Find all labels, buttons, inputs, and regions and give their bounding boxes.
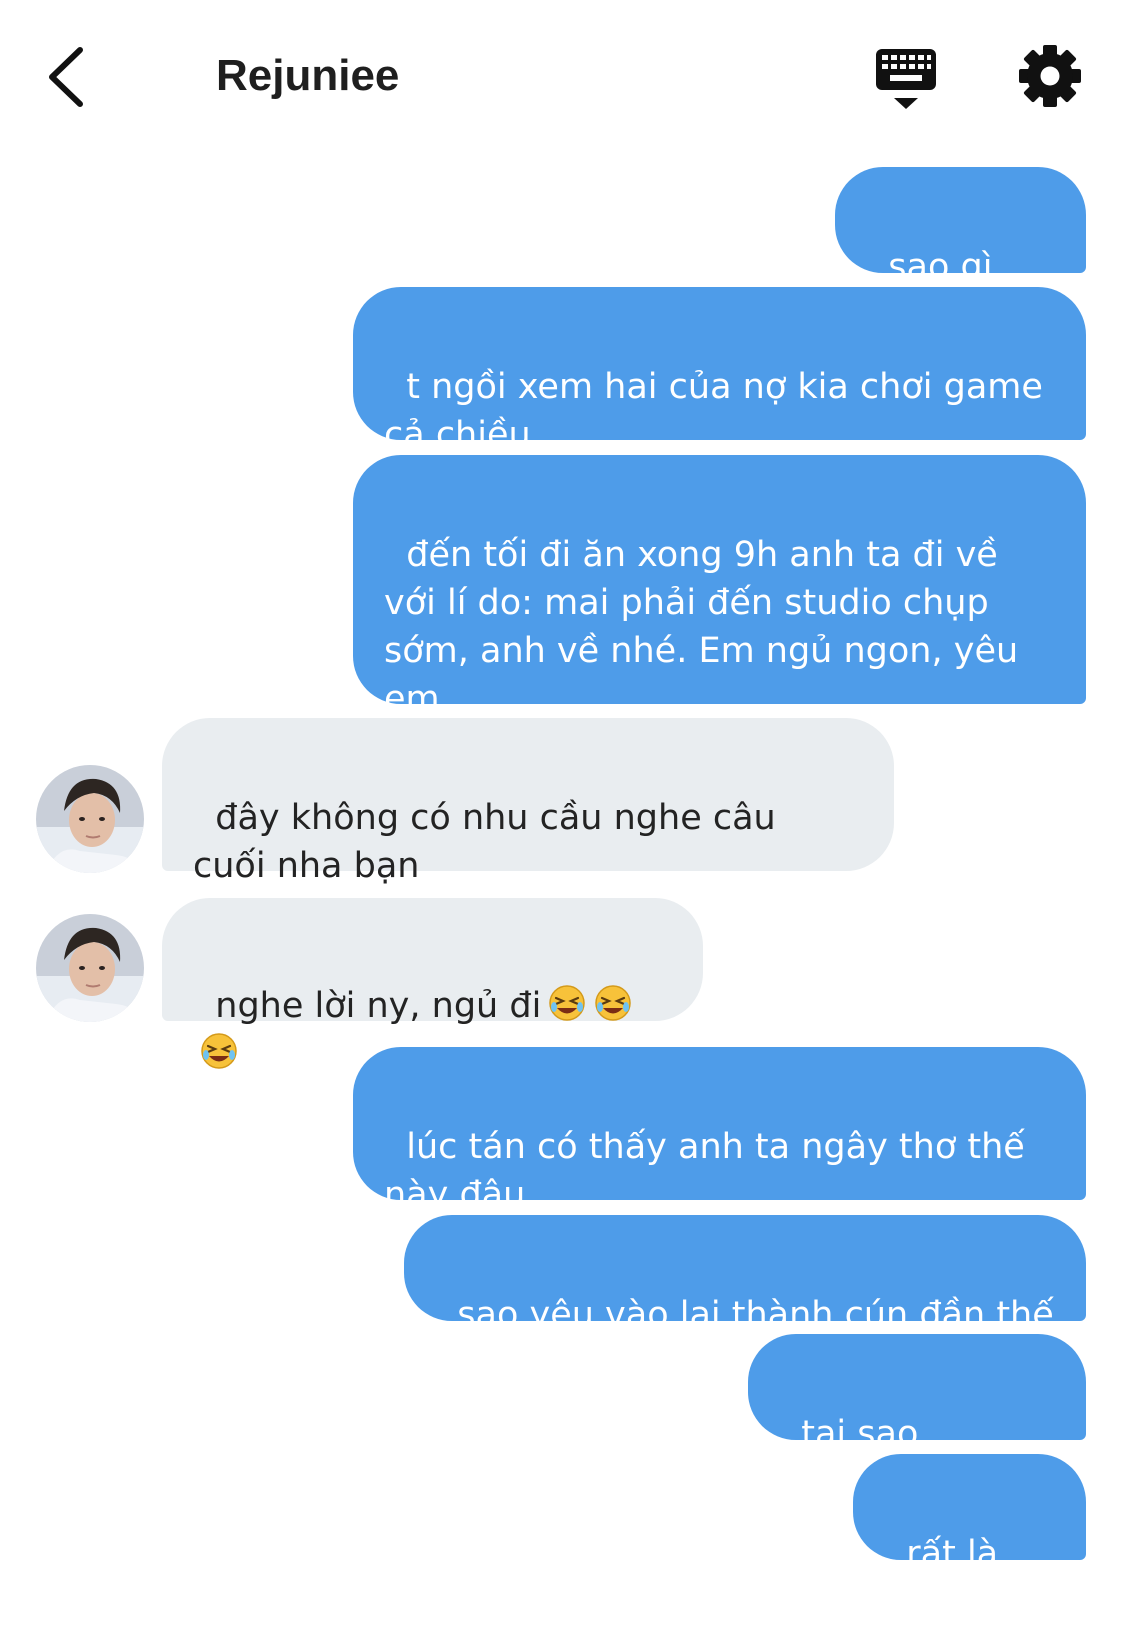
rofl-emoji-icon bbox=[549, 985, 586, 1021]
keyboard-toggle-button[interactable] bbox=[868, 40, 944, 116]
gear-icon bbox=[1019, 45, 1081, 107]
message-bubble-sent[interactable]: sao gì nữa bbox=[835, 167, 1086, 335]
rofl-emoji: 🤣🤣🤣 bbox=[541, 982, 542, 983]
message-text: đây không có nhu cầu nghe câu cuối nha b… bbox=[193, 798, 776, 886]
message-text: rất là cáu bbox=[884, 1534, 1010, 1622]
keyboard-dismiss-icon bbox=[876, 49, 936, 109]
message-text: đến tối đi ăn xong 9h anh ta đi về với l… bbox=[384, 535, 1019, 719]
back-button[interactable] bbox=[34, 36, 104, 116]
contact-avatar[interactable] bbox=[36, 765, 144, 873]
message-bubble-received[interactable]: nghe lời ny, ngủ đi 🤣🤣🤣 bbox=[162, 898, 703, 1069]
rofl-emoji-icon bbox=[201, 1033, 237, 1069]
contact-avatar[interactable] bbox=[36, 914, 144, 1022]
message-text: lúc tán có thấy anh ta ngây thơ thế này … bbox=[384, 1127, 1025, 1215]
message-text: t ngồi xem hai của nợ kia chơi game cả c… bbox=[384, 367, 1043, 455]
conversation-title[interactable]: Rejuniee bbox=[216, 48, 399, 104]
message-bubble-sent[interactable]: rất là cáu bbox=[853, 1454, 1086, 1622]
message-text: sao yêu vào lại thành cún đần thế bbox=[457, 1295, 1054, 1335]
message-bubble-sent[interactable]: sao yêu vào lại thành cún đần thế bbox=[404, 1215, 1086, 1335]
settings-button[interactable] bbox=[1014, 40, 1086, 112]
message-bubble-sent[interactable]: tại sao vậy???? bbox=[748, 1334, 1086, 1502]
message-bubble-sent[interactable]: t ngồi xem hai của nợ kia chơi game cả c… bbox=[353, 287, 1086, 455]
message-bubble-sent[interactable]: lúc tán có thấy anh ta ngây thơ thế này … bbox=[353, 1047, 1086, 1215]
message-text: nghe lời ny, ngủ đi bbox=[215, 986, 542, 1026]
chevron-left-icon bbox=[49, 47, 83, 107]
message-bubble-received[interactable]: đây không có nhu cầu nghe câu cuối nha b… bbox=[162, 718, 894, 886]
chat-header: Rejuniee bbox=[0, 0, 1125, 150]
rofl-emoji-icon bbox=[595, 985, 632, 1021]
message-bubble-sent[interactable]: đến tối đi ăn xong 9h anh ta đi về với l… bbox=[353, 455, 1086, 719]
